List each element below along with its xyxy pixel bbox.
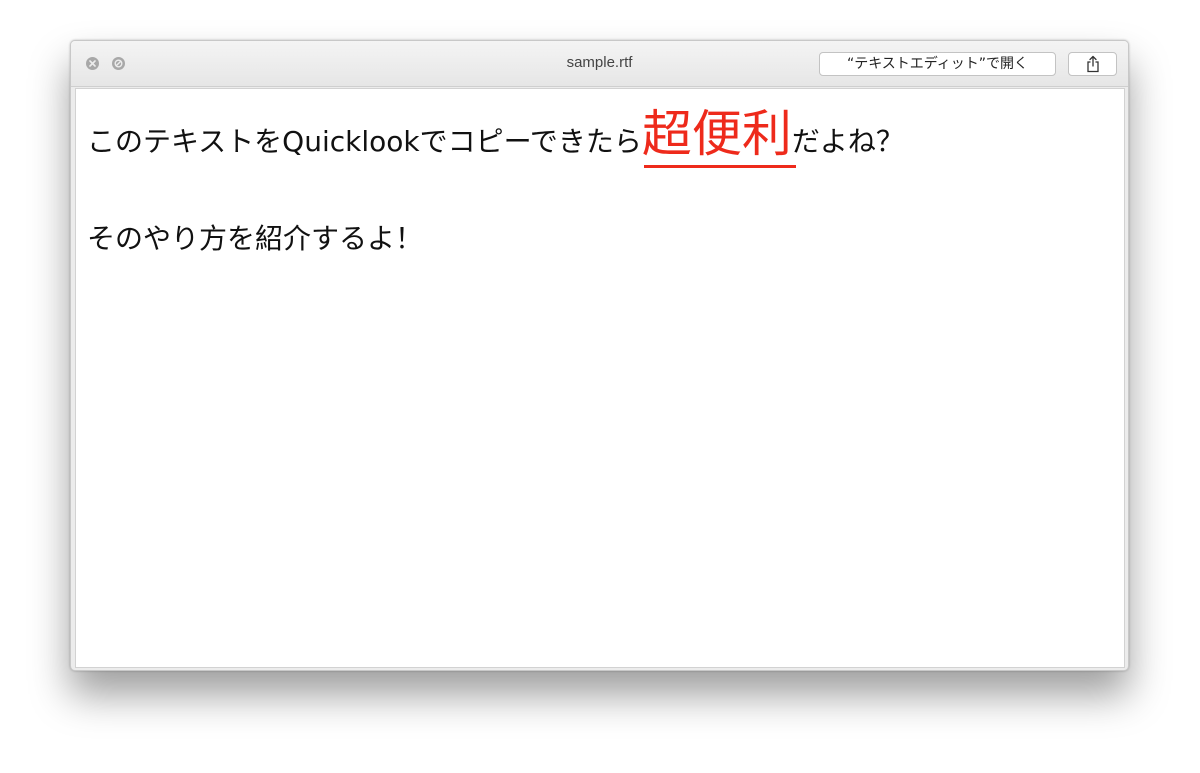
emphasis-text: 超便利 bbox=[641, 103, 796, 168]
open-with-textedit-button[interactable]: “テキストエディット”で開く bbox=[819, 52, 1056, 76]
emphasis-underline bbox=[643, 164, 796, 168]
quicklook-window: sample.rtf “テキストエディット”で開く このテキストをQuicklo… bbox=[70, 40, 1129, 671]
fullscreen-icon[interactable] bbox=[112, 57, 125, 70]
line1-text-after: だよね？ bbox=[791, 125, 904, 158]
line1-text-before: このテキストをQuicklookでコピーできたら bbox=[87, 125, 642, 158]
share-button[interactable] bbox=[1068, 52, 1117, 76]
share-icon bbox=[1086, 55, 1099, 73]
document-preview[interactable]: このテキストをQuicklookでコピーできたら 超便利 だよね？ そのやり方を… bbox=[75, 88, 1125, 668]
document-line-2: そのやり方を紹介するよ！ bbox=[87, 222, 424, 255]
close-icon[interactable] bbox=[86, 57, 99, 70]
title-bar[interactable]: sample.rtf “テキストエディット”で開く bbox=[71, 41, 1128, 87]
document-line-1: このテキストをQuicklookでコピーできたら 超便利 だよね？ bbox=[87, 103, 904, 168]
emphasis-label: 超便利 bbox=[641, 105, 792, 163]
